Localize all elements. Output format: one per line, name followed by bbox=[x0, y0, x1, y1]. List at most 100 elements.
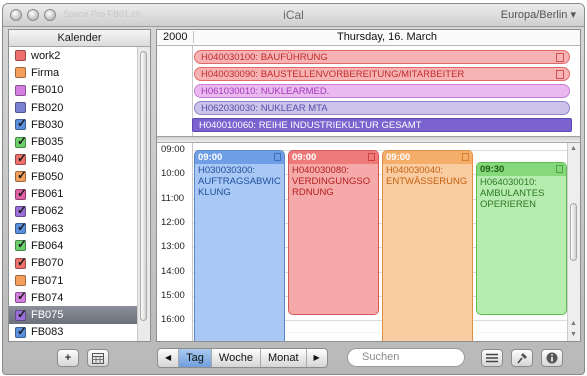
timeline-scrollbar[interactable]: ▲ ▲ ▼ bbox=[567, 143, 580, 341]
search-placeholder: Suchen bbox=[362, 351, 400, 363]
calendar-checkbox[interactable]: ✓ bbox=[15, 220, 28, 235]
calendar-checkbox[interactable]: ✓ bbox=[15, 116, 28, 131]
calendar-item[interactable]: ✓ FB035 bbox=[9, 133, 139, 150]
search-field[interactable]: Suchen bbox=[347, 348, 465, 367]
scroll-thumb[interactable] bbox=[140, 51, 147, 321]
add-calendar-button[interactable]: + bbox=[57, 349, 79, 367]
mini-calendar-button[interactable] bbox=[87, 349, 109, 367]
scroll-up-arrow-icon[interactable]: ▲ bbox=[570, 320, 577, 327]
calendar-item[interactable]: ✓ FB064 bbox=[9, 237, 139, 254]
calendar-name: FB070 bbox=[31, 257, 64, 270]
calendar-event[interactable]: 09:00 H040030040: ENTWÄSSERUNG bbox=[382, 150, 473, 341]
calendar-checkbox[interactable]: ✓ bbox=[15, 237, 28, 252]
todo-list-button[interactable] bbox=[481, 349, 503, 367]
tab-month[interactable]: Monat bbox=[261, 349, 307, 367]
timeline-grid[interactable]: 09:00 10:00 11:00 12:00 13:00 14:00 15:00 16:00… bbox=[157, 143, 580, 341]
calendar-checkbox[interactable]: ✓ bbox=[15, 151, 27, 165]
calendar-checkbox[interactable]: ✓ bbox=[15, 185, 28, 200]
calendar-list-panel: Kalender work2 Firma FB010 FB020 ✓ FB030 ✓ FB03… bbox=[8, 29, 151, 342]
tab-day[interactable]: Tag bbox=[179, 349, 212, 367]
calendar-checkbox[interactable]: ✓ bbox=[15, 307, 27, 321]
calendar-name: FB062 bbox=[31, 205, 64, 218]
notifications-button[interactable] bbox=[511, 349, 533, 367]
pane-splitter[interactable] bbox=[157, 136, 580, 143]
calendar-list-scrollbar[interactable] bbox=[137, 47, 150, 341]
calendar-name: FB061 bbox=[31, 188, 64, 201]
view-mode-control: ◀ Tag Woche Monat ▶ bbox=[157, 348, 328, 368]
calendar-item[interactable]: Firma bbox=[9, 64, 139, 81]
calendar-name: Firma bbox=[31, 66, 60, 79]
calendar-checkbox[interactable]: ✓ bbox=[15, 289, 27, 304]
calendar-checkbox[interactable] bbox=[15, 50, 26, 62]
mini-calendar-icon bbox=[92, 352, 104, 364]
tab-week[interactable]: Woche bbox=[212, 349, 261, 367]
calendar-checkbox[interactable]: ✓ bbox=[15, 133, 28, 148]
checkmark-icon: ✓ bbox=[17, 133, 28, 148]
calendar-name: FB071 bbox=[31, 274, 64, 287]
previous-day-button[interactable]: ◀ bbox=[158, 349, 180, 367]
calendar-name: FB010 bbox=[31, 84, 64, 97]
checkmark-icon: ✓ bbox=[17, 168, 28, 183]
next-day-button[interactable]: ▶ bbox=[307, 349, 327, 367]
calendar-item[interactable]: ✓ FB074 bbox=[9, 289, 139, 306]
calendar-item[interactable]: ✓ FB062 bbox=[9, 203, 139, 220]
calendar-name: FB063 bbox=[31, 222, 64, 235]
calendar-name: FB083 bbox=[31, 326, 64, 339]
bottom-toolbar: + ◀ Tag Woche Monat ▶ Suchen bbox=[3, 343, 584, 373]
calendar-checkbox[interactable]: ✓ bbox=[15, 254, 28, 269]
day-header: 2000 Thursday, 16. March bbox=[157, 30, 580, 46]
calendar-item[interactable]: FB020 bbox=[9, 99, 139, 116]
checkmark-icon: ✓ bbox=[17, 116, 28, 131]
calendar-event[interactable]: 09:00 H040030080: VERDINGUNGSORDNUNG bbox=[288, 150, 379, 315]
time-gutter-divider bbox=[192, 143, 193, 341]
calendar-checkbox[interactable]: ✓ bbox=[15, 168, 28, 183]
calendar-event[interactable]: 09:00 H030030300: AUFTRAGSABWICKLUNG bbox=[194, 150, 285, 341]
title-bar[interactable]: Space Pro FB01.ch iCal Europa/Berlin ▾ bbox=[3, 4, 584, 27]
calendar-checkbox[interactable] bbox=[15, 84, 26, 96]
all-day-event[interactable]: H040010060: REIHE INDUSTRIEKULTUR GESAMT bbox=[192, 118, 572, 132]
calendar-item[interactable]: ✓ FB030 bbox=[9, 116, 139, 133]
date-label: Thursday, 16. March bbox=[193, 31, 580, 43]
timezone-popup[interactable]: Europa/Berlin ▾ bbox=[501, 8, 576, 21]
checkmark-icon: ✓ bbox=[17, 220, 28, 235]
all-day-event[interactable]: H040030100: BAUFÜHRUNG bbox=[194, 50, 570, 64]
hour-label: 15:00 bbox=[161, 289, 185, 301]
calendar-item[interactable]: work2 bbox=[9, 47, 139, 64]
note-icon bbox=[274, 153, 281, 161]
calendar-checkbox[interactable] bbox=[15, 102, 26, 114]
calendar-item[interactable]: FB010 bbox=[9, 82, 139, 99]
event-title: H064030010: AMBULANTES OPERIEREN bbox=[480, 177, 545, 211]
calendar-checkbox[interactable] bbox=[15, 67, 26, 79]
note-icon bbox=[556, 165, 563, 174]
all-day-event[interactable]: H061030010: NUKLEARMED. bbox=[194, 84, 570, 98]
info-button[interactable] bbox=[541, 349, 563, 367]
calendar-name: FB064 bbox=[31, 239, 64, 252]
scroll-thumb[interactable] bbox=[570, 203, 577, 261]
hour-label: 13:00 bbox=[161, 241, 185, 253]
all-day-events-area: H040030100: BAUFÜHRUNG H040030090: BAUSTE… bbox=[157, 46, 580, 136]
checkmark-icon: ✓ bbox=[17, 237, 28, 252]
scroll-down-arrow-icon[interactable]: ▼ bbox=[570, 331, 577, 338]
hour-label: 16:00 bbox=[161, 314, 185, 326]
calendar-item[interactable]: ✓ FB040 bbox=[9, 151, 139, 168]
calendar-checkbox[interactable]: ✓ bbox=[15, 324, 27, 338]
calendar-item[interactable]: ✓ FB063 bbox=[9, 220, 139, 237]
window-title: iCal bbox=[283, 8, 304, 22]
scroll-up-arrow-icon[interactable]: ▲ bbox=[570, 145, 577, 152]
calendar-checkbox[interactable]: ✓ bbox=[15, 203, 27, 217]
calendar-item[interactable]: ✓ FB061 bbox=[9, 185, 139, 202]
calendar-name: FB074 bbox=[31, 291, 64, 304]
event-title: H040030080: VERDINGUNGSORDNUNG bbox=[292, 165, 371, 198]
calendar-item[interactable]: ✓ FB070 bbox=[9, 255, 139, 272]
calendar-item[interactable]: FB071 bbox=[9, 272, 139, 289]
calendar-item[interactable]: ✓ FB050 bbox=[9, 168, 139, 185]
event-time: 09:30 bbox=[477, 163, 566, 177]
all-day-event[interactable]: H040030090: BAUSTELLENVORBEREITUNG/MITAR… bbox=[194, 67, 570, 81]
calendar-checkbox[interactable] bbox=[15, 275, 26, 286]
checkmark-icon: ✓ bbox=[17, 254, 28, 269]
all-day-event[interactable]: H062030030: NUKLEAR MTA bbox=[194, 101, 570, 115]
checkmark-icon: ✓ bbox=[17, 185, 28, 200]
calendar-event[interactable]: 09:30 H064030010: AMBULANTES OPERIEREN bbox=[476, 162, 567, 315]
calendar-item[interactable]: ✓ FB083 bbox=[9, 324, 139, 341]
calendar-item[interactable]: ✓ FB075 bbox=[9, 306, 139, 324]
